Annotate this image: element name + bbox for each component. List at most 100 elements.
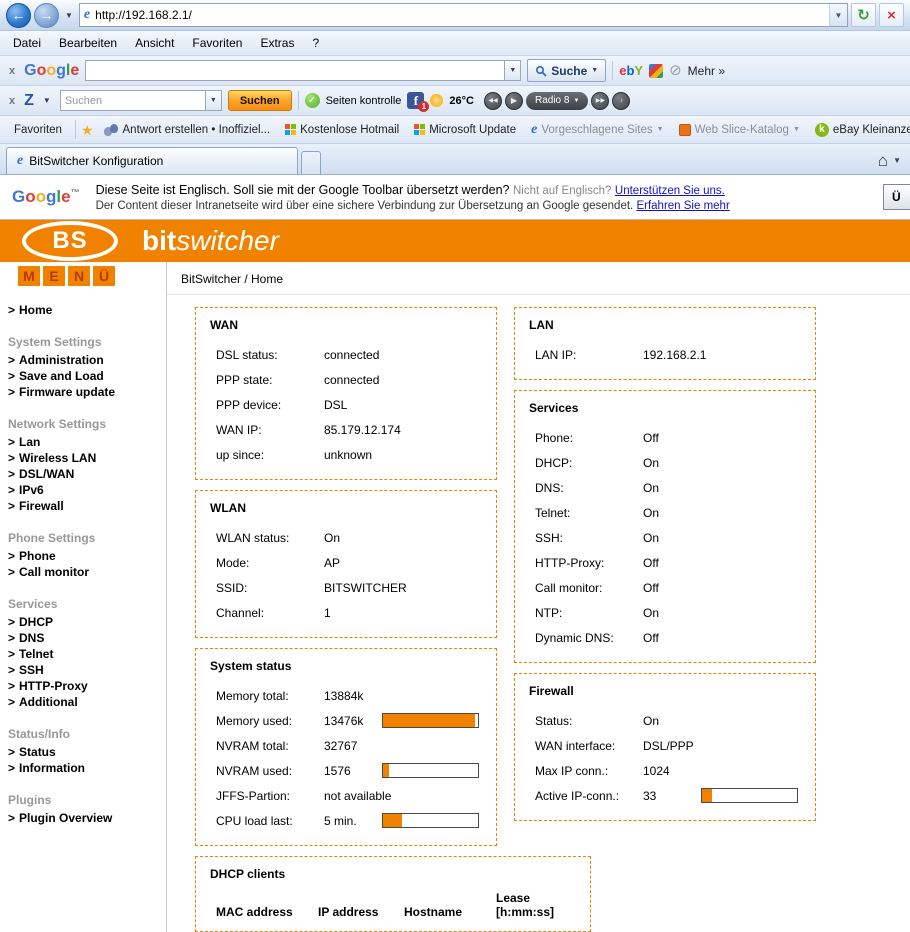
favorite-link-microsoft-update[interactable]: Microsoft Update <box>409 122 521 138</box>
row-up-since: up since:unknown <box>210 442 486 467</box>
close-z-toolbar-button[interactable]: x <box>6 95 18 107</box>
sidebar-item-status[interactable]: >Status <box>8 744 166 760</box>
sidebar-item-additional[interactable]: >Additional <box>8 694 166 710</box>
favorite-link-vorgeschlagene-sites[interactable]: e Vorgeschlagene Sites ▼ <box>526 121 668 139</box>
suchen-button[interactable]: Suchen <box>228 90 292 111</box>
stop-button[interactable]: × <box>879 3 904 27</box>
z-logo-dropdown-icon[interactable]: ▼ <box>40 96 54 105</box>
web-slice-icon <box>679 124 691 136</box>
sidebar-item-ssh[interactable]: >SSH <box>8 662 166 678</box>
refresh-button[interactable]: ↻ <box>851 3 876 27</box>
sidebar-item-phone[interactable]: >Phone <box>8 548 166 564</box>
favorite-link-hotmail[interactable]: Kostenlose Hotmail <box>280 122 404 138</box>
lan-panel: LAN LAN IP:192.168.2.1 <box>514 307 816 380</box>
more-button[interactable]: Mehr » <box>688 64 725 78</box>
chevron-icon: > <box>8 435 15 449</box>
radio-station-selector[interactable]: Radio 8 ▼ <box>526 92 588 110</box>
menu-favoriten[interactable]: Favoriten <box>183 33 251 53</box>
page-layout: M E N Ü >Home System Settings >Administr… <box>0 262 910 932</box>
sidebar-item-dsl-wan[interactable]: >DSL/WAN <box>8 466 166 482</box>
learn-more-link[interactable]: Erfahren Sie mehr <box>636 200 729 212</box>
sidebar-item-dhcp[interactable]: >DHCP <box>8 614 166 630</box>
sidebar-item-firewall[interactable]: >Firewall <box>8 498 166 514</box>
row-active-ip-conn: Active IP-conn.:33 <box>529 783 805 808</box>
row-dhcp: DHCP:On <box>529 450 805 475</box>
z-search-dropdown-icon[interactable]: ▼ <box>206 90 222 111</box>
radio-previous-button[interactable]: ◀◀ <box>484 92 502 110</box>
sidebar-item-call-monitor[interactable]: >Call monitor <box>8 564 166 580</box>
chevron-icon: > <box>8 811 15 825</box>
chevron-icon: > <box>8 353 15 367</box>
support-us-link[interactable]: Unterstützen Sie uns. <box>615 185 725 197</box>
address-bar[interactable]: e http://192.168.2.1/ ▼ <box>79 3 848 27</box>
url-text[interactable]: http://192.168.2.1/ <box>95 8 824 22</box>
forward-button[interactable]: → <box>34 3 59 28</box>
sidebar-item-ipv6[interactable]: >IPv6 <box>8 482 166 498</box>
menu-ansicht[interactable]: Ansicht <box>126 33 183 53</box>
search-options-dropdown-icon: ▼ <box>591 67 598 74</box>
menu-extras[interactable]: Extras <box>251 33 303 53</box>
sidebar-item-label: DSL/WAN <box>19 467 74 481</box>
tab-favicon: e <box>17 154 23 168</box>
favorite-link-ebay-kleinanzeigen[interactable]: k eBay Kleinanzeigen Be <box>810 121 910 139</box>
sidebar-item-information[interactable]: >Information <box>8 760 166 776</box>
google-search-button[interactable]: Suche ▼ <box>527 59 606 82</box>
translate-icon[interactable] <box>649 64 663 78</box>
radio-play-button[interactable]: ▶ <box>505 92 523 110</box>
back-button[interactable]: ← <box>6 3 31 28</box>
sidebar-item-label: DHCP <box>19 615 53 629</box>
translate-button[interactable]: Ü <box>883 184 910 210</box>
sidebar-item-label: Save and Load <box>19 369 104 383</box>
popup-blocker-icon[interactable]: ⊘ <box>669 63 682 78</box>
people-icon <box>104 124 119 136</box>
tab-bar-right: ⌂ ▼ <box>878 152 904 174</box>
temperature-label[interactable]: 26°C <box>449 95 474 107</box>
add-favorite-star-icon[interactable]: ★ <box>81 123 94 137</box>
sidebar-item-http-proxy[interactable]: >HTTP-Proxy <box>8 678 166 694</box>
radio-next-button[interactable]: ▶▶ <box>591 92 609 110</box>
page-check-icon[interactable]: ✓ <box>305 93 320 108</box>
content-area: WAN DSL status:connected PPP state:conne… <box>167 295 910 932</box>
menu-hilfe[interactable]: ? <box>303 33 328 53</box>
tab-bitswitcher-konfiguration[interactable]: e BitSwitcher Konfiguration <box>6 147 298 174</box>
google-search-input[interactable] <box>85 60 505 81</box>
history-dropdown-icon[interactable]: ▼ <box>62 11 76 20</box>
row-cpu-load: CPU load last:5 min. <box>210 808 486 833</box>
weather-icon[interactable] <box>430 94 443 107</box>
sidebar-item-save-and-load[interactable]: >Save and Load <box>8 368 166 384</box>
z-toolbar-logo[interactable]: Z <box>24 92 34 110</box>
facebook-icon[interactable]: f 1 <box>407 92 424 109</box>
page-check-label[interactable]: Seiten kontrolle <box>326 95 402 107</box>
sidebar-item-label: SSH <box>19 663 44 677</box>
sidebar-item-home[interactable]: >Home <box>8 302 166 318</box>
favorite-link-web-slice-katalog[interactable]: Web Slice-Katalog ▼ <box>674 122 805 138</box>
favorites-button[interactable]: Favoriten <box>6 122 70 138</box>
home-button[interactable]: ⌂ <box>878 152 888 169</box>
sidebar-item-label: Call monitor <box>19 565 89 579</box>
windows-flag-icon <box>285 124 296 135</box>
row-firewall-status: Status:On <box>529 708 805 733</box>
menu-letter-m: M <box>18 266 40 286</box>
menu-datei[interactable]: Datei <box>4 33 50 53</box>
sidebar-item-dns[interactable]: >DNS <box>8 630 166 646</box>
z-search-input[interactable] <box>60 90 206 111</box>
google-search-dropdown-icon[interactable]: ▼ <box>505 60 521 81</box>
favorite-link-label: Web Slice-Katalog <box>695 124 789 136</box>
sidebar-item-telnet[interactable]: >Telnet <box>8 646 166 662</box>
sidebar-item-administration[interactable]: >Administration <box>8 352 166 368</box>
close-google-toolbar-button[interactable]: x <box>6 65 18 77</box>
ebay-icon[interactable]: ebY <box>619 63 643 78</box>
favorite-link-antwort[interactable]: Antwort erstellen • Inoffiziel... <box>99 122 276 138</box>
sidebar-item-plugin-overview[interactable]: > Plugin Overview <box>8 810 166 826</box>
sidebar-item-firmware-update[interactable]: >Firmware update <box>8 384 166 400</box>
radio-volume-button[interactable]: ♪ <box>612 92 630 110</box>
sidebar-item-label: Plugin Overview <box>19 811 112 825</box>
new-tab-button[interactable] <box>301 151 321 174</box>
menu-bearbeiten[interactable]: Bearbeiten <box>50 33 126 53</box>
home-dropdown-icon[interactable]: ▼ <box>890 156 904 165</box>
google-logo: Google™ <box>12 187 80 207</box>
sidebar-item-lan[interactable]: >Lan <box>8 434 166 450</box>
sidebar-item-wireless-lan[interactable]: >Wireless LAN <box>8 450 166 466</box>
address-dropdown-icon[interactable]: ▼ <box>829 4 847 26</box>
row-dns: DNS:On <box>529 475 805 500</box>
